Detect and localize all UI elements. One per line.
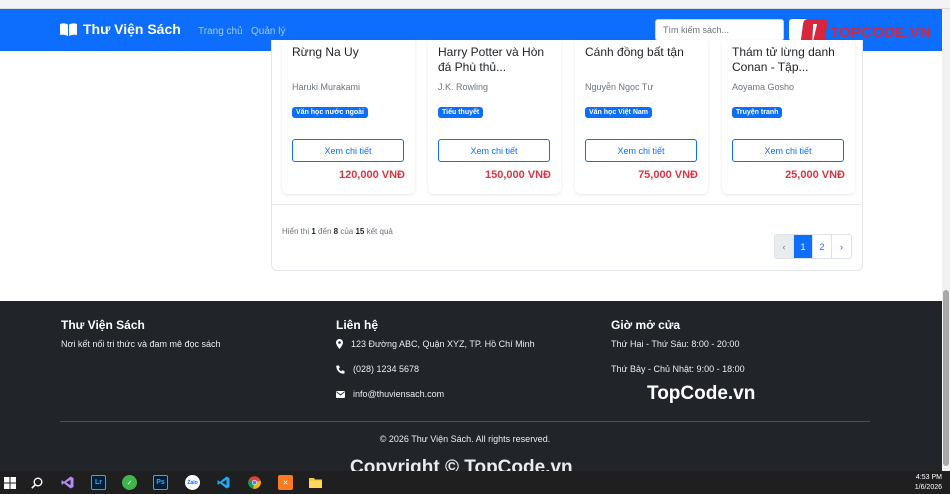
windows-start-icon[interactable] [2,475,17,490]
pagination-prev[interactable]: ‹ [775,235,794,258]
book-price: 120,000 VNĐ [338,169,405,181]
book-card: Harry Potter và Hòn đá Phù thủ... J.K. R… [428,40,561,194]
results-from: 1 [311,227,316,236]
results-to: 8 [333,227,339,236]
pagination-page-2[interactable]: 2 [813,235,832,258]
footer-weekday-hours: Thứ Hai - Thứ Sáu: 8:00 - 20:00 [611,339,740,349]
search-icon[interactable] [29,475,44,490]
nav-link-home[interactable]: Trang chủ [198,26,243,37]
pagination: ‹ 1 2 › [774,234,852,259]
view-detail-button[interactable]: Xem chi tiết [732,139,844,162]
map-marker-icon [336,339,343,349]
results-to-word: đến [318,227,332,236]
results-total: 15 [355,227,365,236]
footer-hours-title: Giờ mở cửa [611,318,681,332]
book-price: 25,000 VNĐ [785,169,845,181]
xampp-icon[interactable]: ✕ [278,475,293,490]
footer-weekend-hours: Thứ Bảy - Chủ Nhật: 9:00 - 18:00 [611,364,745,374]
category-badge: Truyện tranh [732,107,783,118]
search-input[interactable] [655,19,784,41]
category-badge: Văn học nước ngoài [292,107,368,118]
book-author: Nguyễn Ngọc Tư [585,82,654,92]
lightroom-icon[interactable]: Lr [91,475,106,490]
clock-time: 4:53 PM [915,474,942,481]
footer-phone: (028) 1234 5678 [336,364,419,374]
footer-contact-title: Liên hệ [336,318,379,332]
file-explorer-icon[interactable] [308,475,323,490]
results-of-word: của [340,227,354,236]
watermark-text: TopCode.vn [647,383,756,404]
scrollbar-thumb[interactable] [943,290,949,466]
book-list-panel: Rừng Na Uy Haruki Murakami Văn học nước … [271,40,863,271]
book-card: Rừng Na Uy Haruki Murakami Văn học nước … [282,40,415,194]
page-scrollbar[interactable] [942,9,950,471]
zalo-icon[interactable]: Zalo [185,475,200,490]
footer-divider [60,421,870,422]
brand[interactable]: Thư Viện Sách [60,21,181,37]
book-title: Harry Potter và Hòn đá Phù thủ... [438,45,545,74]
system-clock[interactable]: 4:53 PM 1/6/2026 [915,473,942,493]
footer-address-text: 123 Đường ABC, Quận XYZ, TP. Hồ Chí Minh [351,339,535,349]
results-suffix: kết quả [366,227,393,236]
book-card: Thám tử lừng danh Conan - Tập... Aoyama … [722,40,855,194]
footer-email-text[interactable]: info@thuviensach.com [353,389,444,399]
view-detail-button[interactable]: Xem chi tiết [292,139,404,162]
pagination-page-1[interactable]: 1 [794,235,813,258]
footer-about-title: Thư Viện Sách [61,318,145,332]
book-title: Rừng Na Uy [292,45,359,59]
footer: Thư Viện Sách Nơi kết nối tri thức và đa… [0,301,942,478]
footer-copyright: © 2026 Thư Viện Sách. All rights reserve… [379,434,551,444]
topcode-logo-text: TOPCODE.VN [830,23,931,41]
app-green-icon[interactable]: ✓ [122,475,137,490]
book-open-icon [60,22,77,36]
nav-link-admin[interactable]: Quản lý [251,26,285,37]
book-title: Thám tử lừng danh Conan - Tập... [732,45,835,74]
book-price: 150,000 VNĐ [484,169,551,181]
footer-email: info@thuviensach.com [336,389,444,399]
book-author: J.K. Rowling [438,82,489,92]
vscode-icon[interactable] [216,475,231,490]
panel-divider [272,204,862,205]
book-author: Haruki Murakami [292,82,361,92]
book-card: Cánh đồng bất tận Nguyễn Ngọc Tư Văn học… [575,40,708,194]
book-title: Cánh đồng bất tận [585,45,684,59]
footer-address: 123 Đường ABC, Quận XYZ, TP. Hồ Chí Minh [336,339,535,349]
clock-date: 1/6/2026 [914,484,942,491]
category-badge: Văn học Việt Nam [585,107,653,118]
visual-studio-icon[interactable] [60,475,75,490]
envelope-icon [336,390,345,398]
category-badge: Tiểu thuyết [438,107,484,118]
photoshop-icon[interactable]: Ps [153,475,168,490]
phone-icon [336,365,345,374]
brand-text: Thư Viện Sách [83,21,181,37]
browser-top-strip [0,0,950,9]
pagination-next[interactable]: › [832,235,851,258]
view-detail-button[interactable]: Xem chi tiết [585,139,697,162]
footer-about-text: Nơi kết nối tri thức và đam mê đọc sách [61,339,221,349]
book-price: 75,000 VNĐ [638,169,698,181]
book-author: Aoyama Gosho [732,82,795,92]
view-detail-button[interactable]: Xem chi tiết [438,139,550,162]
chrome-icon[interactable] [247,475,262,490]
results-info: Hiển thị 1 đến 8 của 15 kết quả [282,227,393,236]
results-prefix: Hiển thị [282,227,310,236]
footer-phone-text: (028) 1234 5678 [353,364,420,374]
windows-taskbar: Lr ✓ Ps Zalo ✕ 4:53 PM 1/6/2026 [0,471,950,494]
